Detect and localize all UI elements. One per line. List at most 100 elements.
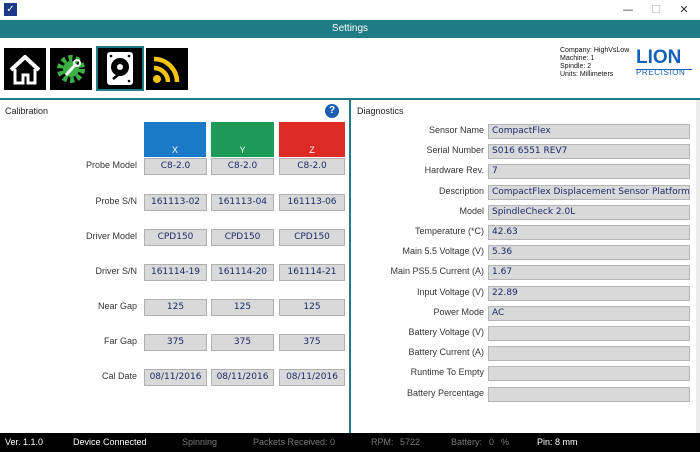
calibration-y-field[interactable]: 125 — [211, 299, 274, 316]
battery-label: Battery: — [451, 437, 483, 447]
machine-info: Company: HighVsLow Machine: 1 Spindle: 2… — [560, 47, 629, 79]
calibration-x-field[interactable]: 161114-19 — [144, 264, 207, 281]
pin-status: Pin: 8 mm — [537, 437, 578, 447]
version-text: Ver. 1.1.0 — [5, 437, 44, 447]
diagnostic-value-field[interactable] — [488, 326, 690, 341]
calibration-x-field[interactable]: C8-2.0 — [144, 158, 207, 175]
calibration-row-label: Near Gap — [97, 301, 137, 311]
company-text: Company: HighVsLow — [560, 47, 630, 54]
calibration-row-label: Driver Model — [85, 231, 137, 241]
calibration-y-field[interactable]: 161113-04 — [211, 194, 274, 211]
calibration-row-label: Probe Model — [85, 160, 137, 170]
maximize-button[interactable]: ☐ — [642, 1, 670, 18]
calibration-x-field[interactable]: 161113-02 — [144, 194, 207, 211]
calibration-z-field[interactable]: 08/11/2016 — [279, 369, 345, 386]
axis-y-header: Y — [211, 122, 274, 157]
calibration-panel: Calibration ? X Y Z Probe Model C8-2.0 C8-… — [0, 100, 349, 433]
diagnostic-label: Sensor Name — [428, 125, 484, 135]
diagnostic-value-field[interactable]: 22.89 — [488, 285, 690, 301]
minimize-button[interactable]: — — [614, 1, 642, 18]
diagnostic-label: Battery Current (A) — [408, 347, 484, 358]
rpm-value: 5722 — [400, 437, 421, 447]
app-checkbox-icon: ✓ — [4, 3, 17, 16]
calibration-z-field[interactable]: CPD150 — [279, 229, 345, 246]
diagnostic-label: Description — [438, 185, 484, 196]
calibration-y-field[interactable]: CPD150 — [211, 229, 274, 246]
diagnostic-label: Input Voltage (V) — [416, 286, 484, 297]
calibration-title: Calibration — [5, 106, 49, 116]
units-text: Units: Millimeters — [560, 71, 614, 78]
toolbar: Company: HighVsLow Machine: 1 Spindle: 2… — [0, 38, 700, 96]
status-bar: Ver. 1.1.0 Device Connected Spinning Pac… — [0, 433, 700, 452]
diagnostics-panel: Diagnostics Sensor Name CompactFlex Serial… — [351, 100, 700, 433]
calibration-z-field[interactable]: 161114-21 — [279, 264, 345, 281]
calibration-y-field[interactable]: 375 — [211, 334, 274, 351]
diagnostic-value-field[interactable]: 42.63 — [488, 225, 690, 240]
diagnostic-label: Main 5.5 Voltage (V) — [402, 246, 484, 257]
disk-drive-icon — [107, 52, 133, 85]
axis-z-header: Z — [279, 122, 345, 157]
diagnostic-label: Power Mode — [433, 306, 484, 317]
battery-value: 0 — [489, 437, 495, 447]
diagnostic-label: Serial Number — [426, 145, 484, 156]
diagnostic-value-field[interactable]: S016 6551 REV7 — [488, 144, 690, 160]
help-icon[interactable]: ? — [325, 104, 339, 118]
diagnostic-value-field[interactable]: CompactFlex — [488, 124, 690, 139]
machine-text: Machine: 1 — [560, 55, 595, 62]
packets-value: 0 — [330, 437, 336, 447]
diagnostic-label: Hardware Rev. — [424, 165, 484, 176]
logo-top-text: LION — [636, 47, 682, 68]
home-icon — [9, 55, 41, 85]
title-bar: ✓ — ☐ ✕ — [0, 0, 700, 20]
calibration-y-field[interactable]: 161114-20 — [211, 264, 274, 281]
calibration-x-field[interactable]: CPD150 — [144, 229, 207, 246]
diagnostic-label: Runtime To Empty — [410, 367, 484, 378]
lion-precision-logo: LION PRECISION — [636, 48, 692, 82]
feed-tool-button[interactable] — [146, 48, 188, 90]
diagnostic-value-field[interactable] — [488, 386, 690, 402]
diagnostic-value-field[interactable]: AC — [488, 305, 690, 321]
axis-x-header: X — [144, 122, 206, 157]
diagnostic-label: Battery Voltage (V) — [408, 327, 484, 337]
calibration-x-field[interactable]: 125 — [144, 299, 207, 316]
diagnostic-label: Model — [459, 205, 484, 216]
gear-wrench-icon — [57, 55, 85, 83]
calibration-y-field[interactable]: 08/11/2016 — [211, 369, 274, 386]
packets-label: Packets Received: — [253, 437, 328, 447]
calibration-x-field[interactable]: 375 — [144, 334, 207, 351]
diagnostics-scrollbar[interactable] — [696, 100, 700, 433]
calibration-y-field[interactable]: C8-2.0 — [211, 158, 274, 175]
battery-unit: % — [501, 437, 510, 447]
diagnostics-title: Diagnostics — [357, 106, 404, 116]
spinning-status: Spinning — [182, 437, 218, 447]
diagnostic-value-field[interactable]: 1.67 — [488, 265, 690, 281]
rpm-label: RPM: — [371, 437, 394, 447]
calibration-row-label: Probe S/N — [95, 196, 137, 206]
diagnostic-label: Temperature (*C) — [414, 226, 484, 236]
calibration-z-field[interactable]: 125 — [279, 299, 345, 316]
diagnostic-label: Main PS5.5 Current (A) — [390, 266, 484, 277]
diagnostic-value-field[interactable]: 5.36 — [488, 245, 690, 261]
spindle-text: Spindle: 2 — [560, 63, 592, 70]
connection-status: Device Connected — [73, 437, 147, 447]
settings-tool-button[interactable] — [50, 48, 92, 90]
rss-feed-icon — [153, 56, 180, 83]
logo-divider — [636, 69, 692, 70]
calibration-row-label: Cal Date — [101, 371, 137, 381]
diagnostic-value-field[interactable] — [488, 346, 690, 362]
settings-window: ✓ — ☐ ✕ Settings Company: HighVsLow Mach… — [0, 0, 700, 452]
calibration-z-field[interactable]: C8-2.0 — [279, 158, 345, 175]
page-title: Settings — [0, 20, 700, 38]
diagnostic-value-field[interactable]: 7 — [488, 164, 690, 180]
calibration-z-field[interactable]: 375 — [279, 334, 345, 351]
calibration-x-field[interactable]: 08/11/2016 — [144, 369, 207, 386]
disk-tool-button[interactable] — [96, 46, 144, 91]
diagnostic-value-field[interactable]: CompactFlex Displacement Sensor Platform — [488, 184, 690, 200]
close-button[interactable]: ✕ — [670, 1, 698, 18]
diagnostic-value-field[interactable] — [488, 366, 690, 382]
diagnostic-label: Battery Percentage — [406, 387, 484, 398]
calibration-row-label: Driver S/N — [95, 266, 137, 276]
diagnostic-value-field[interactable]: SpindleCheck 2.0L — [488, 204, 690, 220]
calibration-z-field[interactable]: 161113-06 — [279, 194, 345, 211]
home-button[interactable] — [4, 48, 46, 90]
